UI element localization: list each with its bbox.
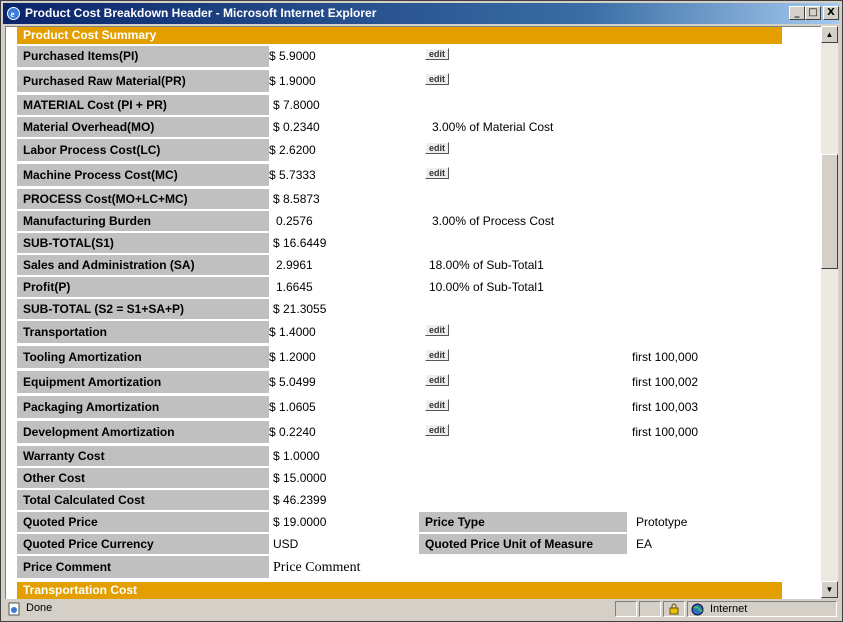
row-value: $ 0.2240: [269, 425, 316, 439]
row-value: $ 15.0000: [273, 471, 327, 485]
row-label: Transportation: [17, 321, 269, 343]
row-value: $ 2.6200: [269, 143, 316, 157]
page-content: Product Cost Summary Purchased Items(PI)…: [5, 26, 821, 599]
globe-icon: [691, 603, 704, 616]
row-label: PROCESS Cost(MO+LC+MC): [17, 189, 269, 209]
row-label: Material Overhead(MO): [17, 117, 269, 137]
row-label: Quoted Price: [17, 512, 269, 532]
row-note: 3.00% of Material Cost: [432, 120, 554, 134]
title-bar: e Product Cost Breakdown Header - Micros…: [3, 3, 840, 24]
status-panel: [615, 601, 637, 617]
maximize-button[interactable]: □: [805, 6, 821, 20]
row-note: 3.00% of Process Cost: [432, 214, 555, 228]
row-value: 2.9961: [276, 258, 313, 272]
edit-button[interactable]: edit: [425, 374, 449, 386]
row-note: 18.00% of Sub-Total1: [429, 258, 544, 272]
row-label: SUB-TOTAL (S2 = S1+SA+P): [17, 299, 269, 319]
price-type-value: Prototype: [636, 515, 688, 529]
row-label: Development Amortization: [17, 421, 269, 443]
minimize-button[interactable]: _: [789, 6, 805, 20]
zone-text: Internet: [710, 603, 748, 615]
close-button[interactable]: X: [823, 6, 839, 20]
row-extra: first 100,000: [632, 350, 699, 364]
zone-panel: Internet: [687, 601, 837, 617]
browser-window: e Product Cost Breakdown Header - Micros…: [0, 0, 843, 622]
scroll-down-button[interactable]: ▼: [821, 581, 838, 598]
page-icon: [8, 602, 20, 616]
window-title: Product Cost Breakdown Header - Microsof…: [25, 6, 377, 20]
row-value: $ 1.0000: [273, 449, 320, 463]
row-value: $ 46.2399: [273, 493, 327, 507]
row-label: Tooling Amortization: [17, 346, 269, 368]
row-label: Other Cost: [17, 468, 269, 488]
lock-icon: [669, 603, 679, 615]
row-value: $ 5.0499: [269, 375, 316, 389]
section-header-summary: Product Cost Summary: [17, 27, 782, 44]
row-label: Labor Process Cost(LC): [17, 139, 269, 161]
status-panel: [639, 601, 661, 617]
row-label: Equipment Amortization: [17, 371, 269, 393]
row-label: Purchased Items(PI): [17, 46, 269, 67]
row-label: MATERIAL Cost (PI + PR): [17, 95, 269, 115]
row-value: $ 1.2000: [269, 350, 316, 364]
unit-of-measure-label: Quoted Price Unit of Measure: [419, 534, 627, 554]
row-label: SUB-TOTAL(S1): [17, 233, 269, 253]
row-label: Quoted Price Currency: [17, 534, 269, 554]
row-label: Purchased Raw Material(PR): [17, 70, 269, 92]
row-value: Price Comment: [273, 560, 361, 575]
vertical-scrollbar[interactable]: ▲ ▼: [821, 26, 838, 598]
edit-button[interactable]: edit: [425, 424, 449, 436]
row-label: Profit(P): [17, 277, 269, 297]
price-type-label: Price Type: [419, 512, 627, 532]
row-extra: first 100,002: [632, 375, 699, 389]
internet-explorer-icon: e: [7, 7, 20, 20]
row-label: Price Comment: [17, 556, 269, 578]
edit-button[interactable]: edit: [425, 324, 449, 336]
row-value: $ 1.0605: [269, 400, 316, 414]
status-panel: [663, 601, 685, 617]
svg-text:e: e: [11, 9, 15, 19]
row-value: $ 19.0000: [273, 515, 327, 529]
row-value: $ 1.9000: [269, 74, 316, 88]
scroll-up-button[interactable]: ▲: [821, 26, 838, 43]
edit-button[interactable]: edit: [425, 48, 449, 60]
row-label: Manufacturing Burden: [17, 211, 269, 231]
row-value: $ 0.2340: [273, 120, 320, 134]
edit-button[interactable]: edit: [425, 399, 449, 411]
scroll-thumb[interactable]: [821, 154, 838, 269]
status-bar: Done Internet: [3, 599, 840, 619]
row-value: $ 7.8000: [273, 98, 320, 112]
row-value: 0.2576: [276, 214, 313, 228]
row-extra: first 100,003: [632, 400, 699, 414]
edit-button[interactable]: edit: [425, 349, 449, 361]
row-value: USD: [273, 537, 299, 551]
row-value: $ 5.9000: [269, 49, 316, 63]
row-value: $ 5.7333: [269, 168, 316, 182]
row-label: Warranty Cost: [17, 446, 269, 466]
unit-of-measure-value: EA: [636, 537, 653, 551]
row-label: Machine Process Cost(MC): [17, 164, 269, 186]
row-value: $ 1.4000: [269, 325, 316, 339]
row-value: $ 16.6449: [273, 236, 327, 250]
row-label: Total Calculated Cost: [17, 490, 269, 510]
row-label: Sales and Administration (SA): [17, 255, 269, 275]
row-extra: first 100,000: [632, 425, 699, 439]
edit-button[interactable]: edit: [425, 167, 449, 179]
row-value: $ 8.5873: [273, 192, 320, 206]
row-value: $ 21.3055: [273, 302, 327, 316]
edit-button[interactable]: edit: [425, 73, 449, 85]
edit-button[interactable]: edit: [425, 142, 449, 154]
row-value: 1.6645: [276, 280, 313, 294]
row-note: 10.00% of Sub-Total1: [429, 280, 544, 294]
row-label: Packaging Amortization: [17, 396, 269, 418]
status-text: Done: [26, 602, 53, 614]
section-header-transportation: Transportation Cost: [17, 582, 782, 599]
